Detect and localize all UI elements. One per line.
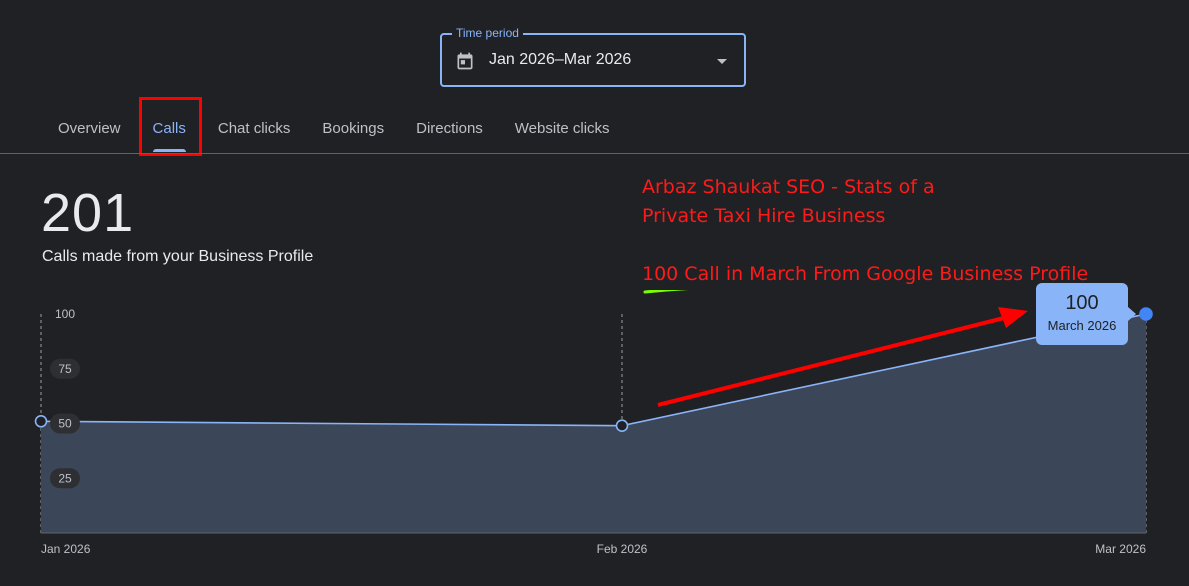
metric-total: 201 [41,183,135,243]
calls-area-fill [41,314,1146,533]
annotation-underline [643,290,689,294]
data-point-tooltip: 100 March 2026 [1036,283,1136,345]
annotation-line-1: Arbaz Shaukat SEO - Stats of a [642,176,935,198]
tab-website-clicks[interactable]: Website clicks [499,98,626,154]
annotation-underlined-text: 100 Call [642,263,720,285]
tab-chat-clicks[interactable]: Chat clicks [202,98,307,154]
tooltip-label: March 2026 [1047,318,1117,333]
calls-area-chart: 25 50 75 100 Jan 2026 Feb 2026 Mar 2026 [34,290,1153,556]
y-tick-50: 50 [58,417,72,431]
metric-label: Calls made from your Business Profile [42,248,314,265]
tabs-divider [0,153,1189,154]
tab-directions[interactable]: Directions [400,98,499,154]
x-tick-2: Mar 2026 [1095,542,1146,556]
time-period-label: Time period [452,26,523,40]
y-tick-100: 100 [55,307,75,321]
x-tick-0: Jan 2026 [41,542,91,556]
data-point-mar-2026[interactable] [1139,307,1153,321]
metric-tabs: Overview Calls Chat clicks Bookings Dire… [42,98,626,154]
annotation-rest-text: in March From Google Business Profile [719,263,1089,285]
chevron-down-icon [717,59,727,64]
annotation-line-2: Private Taxi Hire Business [642,205,886,227]
data-point-feb-2026[interactable] [615,419,629,432]
y-tick-75: 75 [58,362,72,376]
calls-tab-highlight-box [139,97,202,156]
time-period-select[interactable]: Time period Jan 2026–Mar 2026 [440,26,746,87]
data-point-jan-2026[interactable] [34,415,48,428]
tab-bookings[interactable]: Bookings [306,98,400,154]
x-tick-1: Feb 2026 [597,542,648,556]
y-tick-25: 25 [58,471,72,485]
annotation-line-3: 100 Call in March From Google Business P… [642,263,1088,285]
tab-overview[interactable]: Overview [42,98,137,154]
annotation-arrow-head [998,307,1028,328]
time-period-value: Jan 2026–Mar 2026 [489,51,632,68]
calendar-icon [457,52,473,70]
tooltip-value: 100 [1065,292,1099,314]
